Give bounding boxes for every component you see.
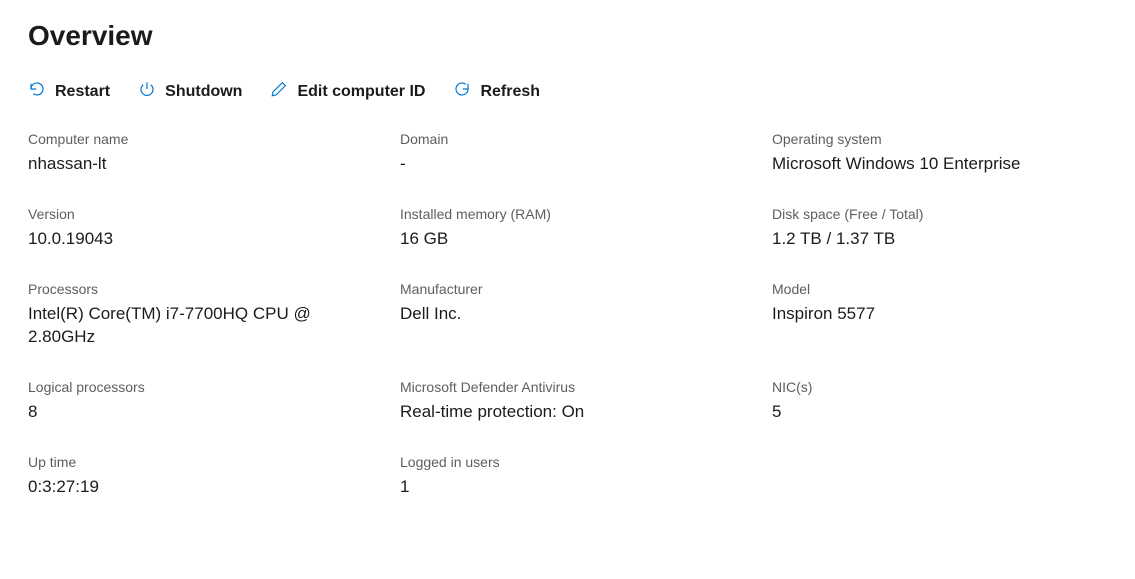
restart-icon bbox=[28, 80, 46, 103]
field-uptime: Up time 0:3:27:19 bbox=[28, 454, 400, 499]
refresh-button-label: Refresh bbox=[480, 83, 540, 101]
shutdown-button[interactable]: Shutdown bbox=[138, 80, 242, 103]
field-logical-processors: Logical processors 8 bbox=[28, 379, 400, 424]
field-computer-name: Computer name nhassan-lt bbox=[28, 131, 400, 176]
field-label: Processors bbox=[28, 281, 380, 297]
field-value: nhassan-lt bbox=[28, 153, 380, 176]
field-value: 8 bbox=[28, 401, 380, 424]
field-value: 1 bbox=[400, 476, 752, 499]
field-value: Inspiron 5577 bbox=[772, 303, 1087, 326]
field-label: Model bbox=[772, 281, 1087, 297]
field-label: NIC(s) bbox=[772, 379, 1087, 395]
field-logged-in-users: Logged in users 1 bbox=[400, 454, 772, 499]
restart-button-label: Restart bbox=[55, 83, 110, 101]
field-processors: Processors Intel(R) Core(TM) i7-7700HQ C… bbox=[28, 281, 400, 349]
shutdown-button-label: Shutdown bbox=[165, 83, 242, 101]
refresh-button[interactable]: Refresh bbox=[453, 80, 540, 103]
field-label: Up time bbox=[28, 454, 380, 470]
field-value: Dell Inc. bbox=[400, 303, 752, 326]
field-label: Disk space (Free / Total) bbox=[772, 206, 1087, 222]
field-installed-memory: Installed memory (RAM) 16 GB bbox=[400, 206, 772, 251]
toolbar: Restart Shutdown Edit computer ID Refres… bbox=[28, 80, 1107, 103]
field-label: Microsoft Defender Antivirus bbox=[400, 379, 752, 395]
field-value: Microsoft Windows 10 Enterprise bbox=[772, 153, 1087, 176]
field-manufacturer: Manufacturer Dell Inc. bbox=[400, 281, 772, 349]
field-value: 16 GB bbox=[400, 228, 752, 251]
field-label: Logical processors bbox=[28, 379, 380, 395]
field-model: Model Inspiron 5577 bbox=[772, 281, 1107, 349]
field-value: - bbox=[400, 153, 752, 176]
details-grid: Computer name nhassan-lt Domain - Operat… bbox=[28, 131, 1107, 499]
field-version: Version 10.0.19043 bbox=[28, 206, 400, 251]
field-value: 5 bbox=[772, 401, 1087, 424]
power-icon bbox=[138, 80, 156, 103]
field-defender-antivirus: Microsoft Defender Antivirus Real-time p… bbox=[400, 379, 772, 424]
field-value: 0:3:27:19 bbox=[28, 476, 380, 499]
field-label: Version bbox=[28, 206, 380, 222]
field-value: Real-time protection: On bbox=[400, 401, 752, 424]
field-label: Installed memory (RAM) bbox=[400, 206, 752, 222]
field-operating-system: Operating system Microsoft Windows 10 En… bbox=[772, 131, 1107, 176]
edit-computer-id-button-label: Edit computer ID bbox=[297, 83, 425, 101]
field-label: Domain bbox=[400, 131, 752, 147]
field-label: Operating system bbox=[772, 131, 1087, 147]
page-title: Overview bbox=[28, 20, 1107, 52]
refresh-icon bbox=[453, 80, 471, 103]
field-label: Logged in users bbox=[400, 454, 752, 470]
field-nics: NIC(s) 5 bbox=[772, 379, 1107, 424]
field-label: Manufacturer bbox=[400, 281, 752, 297]
field-label: Computer name bbox=[28, 131, 380, 147]
field-value: Intel(R) Core(TM) i7-7700HQ CPU @ 2.80GH… bbox=[28, 303, 380, 349]
field-disk-space: Disk space (Free / Total) 1.2 TB / 1.37 … bbox=[772, 206, 1107, 251]
field-value: 10.0.19043 bbox=[28, 228, 380, 251]
edit-computer-id-button[interactable]: Edit computer ID bbox=[270, 80, 425, 103]
field-domain: Domain - bbox=[400, 131, 772, 176]
restart-button[interactable]: Restart bbox=[28, 80, 110, 103]
edit-icon bbox=[270, 80, 288, 103]
field-value: 1.2 TB / 1.37 TB bbox=[772, 228, 1087, 251]
